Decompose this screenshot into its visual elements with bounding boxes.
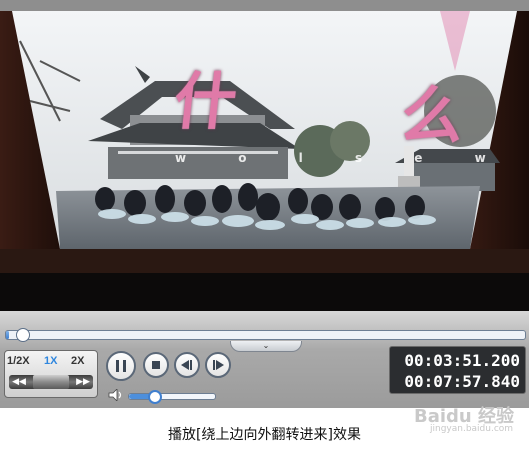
volume-icon[interactable] (108, 389, 124, 401)
video-viewport[interactable]: 什 么 w o l s e w (0, 11, 529, 311)
speed-control: 1/2X 1X 2X ◀◀ ▶▶ (4, 350, 98, 398)
next-button[interactable] (205, 352, 231, 378)
progress-fill (6, 331, 10, 339)
shuttle-knob[interactable] (33, 375, 69, 389)
shuttle-control[interactable]: ◀◀ ▶▶ (9, 375, 93, 389)
progress-thumb[interactable] (15, 328, 30, 342)
previous-icon (181, 360, 192, 370)
collapse-toggle[interactable]: ⌄ (230, 341, 302, 352)
lyric-subtitle: w o l s e w (175, 151, 510, 165)
stop-icon (152, 361, 160, 369)
progress-bar[interactable] (5, 328, 526, 342)
pause-button[interactable] (106, 351, 136, 381)
volume-thumb[interactable] (148, 390, 163, 404)
speed-half-button[interactable]: 1/2X (7, 355, 30, 369)
control-bar: ⌄ 1/2X 1X 2X ◀◀ ▶▶ 00:03:51.200 00:07:57… (0, 311, 529, 408)
time-display: 00:03:51.200 00:07:57.840 (389, 346, 526, 394)
next-icon (213, 360, 224, 370)
volume-slider[interactable] (128, 390, 216, 404)
current-time: 00:03:51.200 (404, 351, 520, 370)
speed-normal-button[interactable]: 1X (44, 355, 57, 369)
lyric-overlay-char-right: 么 (397, 79, 468, 152)
chevron-down-icon: ⌄ (262, 341, 270, 350)
total-time: 00:07:57.840 (404, 372, 520, 391)
previous-button[interactable] (174, 352, 200, 378)
rewind-icon[interactable]: ◀◀ (9, 375, 29, 389)
lyric-overlay-char-left: 什 (170, 65, 241, 138)
speed-double-button[interactable]: 2X (71, 355, 84, 369)
pause-icon (116, 360, 126, 372)
player-window: 什 么 w o l s e w ⌄ 1/2X 1X 2X ◀◀ ▶▶ 00:03… (0, 0, 529, 408)
stop-button[interactable] (143, 352, 169, 378)
caption-text: 播放[绕上边向外翻转进来]效果 (168, 427, 361, 443)
fast-forward-icon[interactable]: ▶▶ (73, 375, 93, 389)
